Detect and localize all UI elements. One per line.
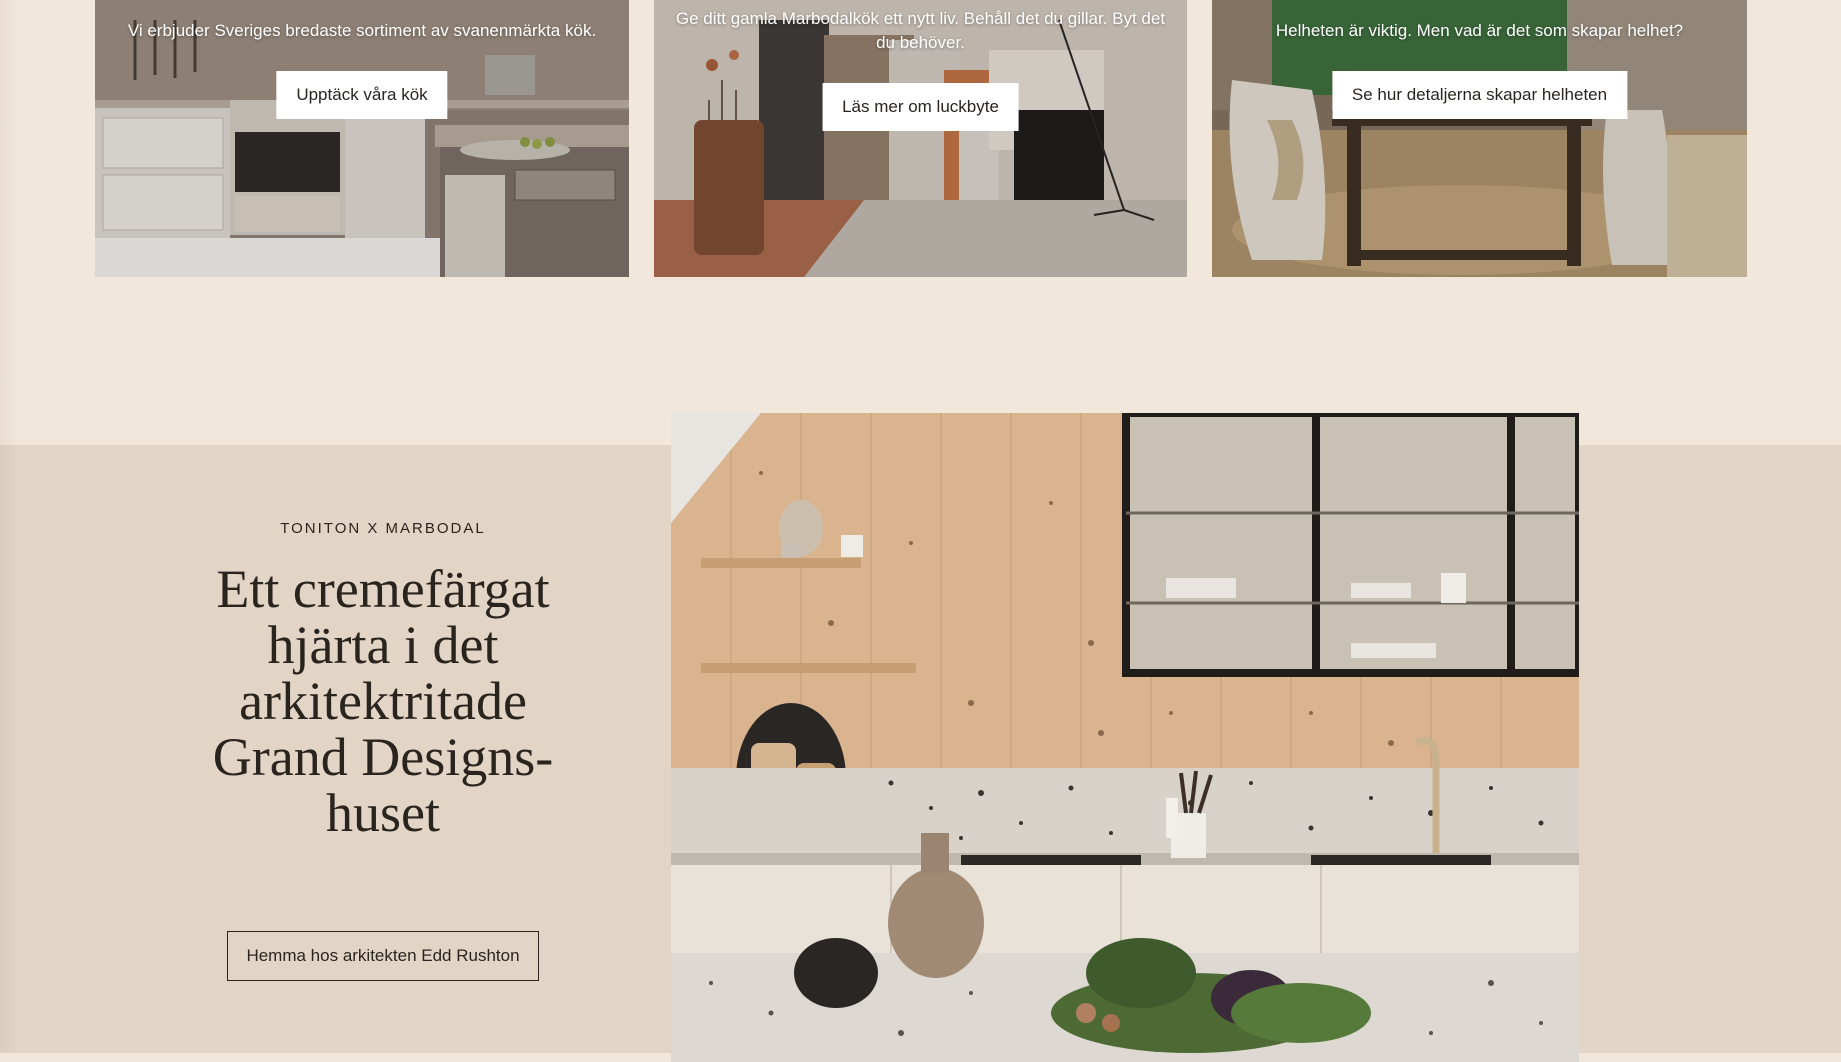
feature-text-block: TONITON X MARBODAL Ett cremefärgat hjärt… [200, 520, 566, 841]
card-description: Ge ditt gamla Marbodalkök ett nytt liv. … [675, 9, 1166, 52]
card-description: Vi erbjuder Sveriges bredaste sortiment … [127, 21, 597, 40]
cream-kitchen-photo [671, 413, 1579, 1062]
read-about-door-replacement-button[interactable]: Läs mer om luckbyte [822, 83, 1019, 131]
card-details[interactable]: Helheten är viktig. Men vad är det som s… [1212, 0, 1747, 277]
feature-eyebrow: TONITON X MARBODAL [280, 520, 486, 537]
card-door-replacement[interactable]: Ge ditt gamla Marbodalkök ett nytt liv. … [654, 0, 1187, 277]
card-description: Helheten är viktig. Men vad är det som s… [1275, 21, 1684, 40]
feature-image[interactable] [671, 413, 1579, 1062]
see-details-button[interactable]: Se hur detaljerna skapar helheten [1331, 71, 1628, 119]
page: Vi erbjuder Sveriges bredaste sortiment … [0, 0, 1841, 1062]
discover-kitchens-button[interactable]: Upptäck våra kök [276, 71, 448, 119]
feature-headline: Ett cremefärgat hjärta i det arkitektrit… [212, 559, 554, 843]
card-kitchens[interactable]: Vi erbjuder Sveriges bredaste sortiment … [95, 0, 629, 277]
home-with-architect-button[interactable]: Hemma hos arkitekten Edd Rushton [227, 931, 539, 981]
